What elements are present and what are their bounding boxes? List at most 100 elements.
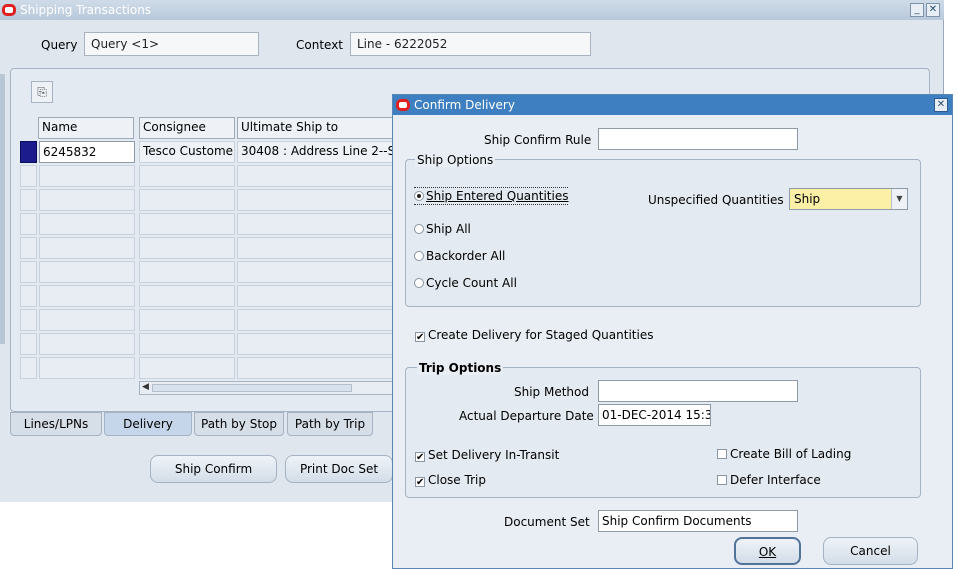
radio-ship-all[interactable]: Ship All (414, 222, 471, 236)
empty-grid-cell[interactable] (39, 285, 135, 307)
oracle-logo-icon (2, 4, 16, 16)
empty-grid-cell[interactable] (237, 357, 397, 379)
ok-label: OK (758, 545, 777, 559)
empty-grid-cell[interactable] (237, 333, 397, 355)
radio-label: Ship All (426, 222, 471, 236)
ship-confirm-rule-input[interactable] (598, 128, 798, 150)
context-field[interactable]: Line - 6222052 (350, 32, 591, 56)
minimize-icon[interactable]: _ (910, 3, 924, 17)
empty-grid-cell[interactable] (20, 309, 37, 331)
ok-button[interactable]: OK (734, 537, 801, 565)
chevron-down-icon[interactable]: ▼ (891, 189, 907, 209)
departure-date-input[interactable]: 01-DEC-2014 15:33 (598, 404, 711, 426)
radio-backorder-all[interactable]: Backorder All (414, 249, 505, 263)
empty-grid-cell[interactable] (20, 165, 37, 187)
empty-grid-cell[interactable] (139, 213, 235, 235)
attachment-icon[interactable]: ⎘ (31, 81, 53, 103)
row-selector-selected[interactable] (20, 141, 37, 163)
empty-grid-cell[interactable] (39, 237, 135, 259)
horizontal-scrollbar[interactable]: ◀ (139, 381, 399, 395)
empty-grid-cell[interactable] (139, 261, 235, 283)
document-set-input[interactable]: Ship Confirm Documents (598, 510, 798, 532)
radio-ship-entered[interactable]: Ship Entered Quantities (414, 187, 569, 205)
empty-grid-cell[interactable] (237, 189, 397, 211)
create-delivery-checkbox[interactable]: ✔ Create Delivery for Staged Quantities (415, 328, 653, 343)
document-set-label: Document Set (504, 515, 590, 529)
empty-grid-cell[interactable] (139, 285, 235, 307)
close-trip-checkbox[interactable]: ✔ Close Trip (415, 473, 486, 488)
create-bol-checkbox[interactable]: Create Bill of Lading (717, 447, 851, 461)
radio-label: Cycle Count All (426, 276, 517, 290)
empty-grid-cell[interactable] (20, 333, 37, 355)
ship-options-label: Ship Options (415, 153, 496, 167)
checkbox-icon (717, 449, 727, 459)
cell-name[interactable]: 6245832 (39, 141, 135, 163)
dialog-titlebar: Confirm Delivery ✕ (393, 95, 952, 115)
tab-delivery[interactable]: Delivery (104, 412, 192, 436)
scroll-thumb[interactable] (152, 384, 352, 392)
checkbox-label: Close Trip (428, 473, 486, 487)
scroll-left-icon[interactable]: ◀ (142, 382, 149, 392)
unspecified-quantities-select[interactable]: Ship ▼ (789, 188, 908, 210)
empty-grid-cell[interactable] (39, 357, 135, 379)
empty-grid-cell[interactable] (20, 285, 37, 307)
tab-path-by-stop[interactable]: Path by Stop (194, 412, 284, 436)
trip-options-label: Trip Options (417, 361, 504, 375)
empty-grid-cell[interactable] (20, 357, 37, 379)
cell-consignee[interactable]: Tesco Custome (139, 141, 235, 163)
checkbox-icon: ✔ (415, 477, 425, 488)
defer-interface-checkbox[interactable]: Defer Interface (717, 473, 821, 487)
query-field[interactable]: Query <1> (84, 32, 259, 56)
cell-ship-to[interactable]: 30408 : Address Line 2--S (237, 141, 397, 163)
empty-grid-cell[interactable] (20, 261, 37, 283)
empty-grid-cell[interactable] (237, 237, 397, 259)
empty-grid-cell[interactable] (237, 309, 397, 331)
set-in-transit-checkbox[interactable]: ✔ Set Delivery In-Transit (415, 448, 560, 463)
empty-grid-cell[interactable] (39, 333, 135, 355)
context-label: Context (296, 38, 344, 52)
header-ultimate-ship-to[interactable]: Ultimate Ship to (237, 117, 397, 139)
unspecified-quantities-value: Ship (794, 192, 821, 206)
print-doc-set-button[interactable]: Print Doc Set (285, 455, 393, 483)
header-name[interactable]: Name (38, 117, 134, 139)
empty-grid-cell[interactable] (20, 189, 37, 211)
empty-grid-cell[interactable] (139, 189, 235, 211)
ship-method-input[interactable] (598, 380, 798, 402)
empty-grid-cell[interactable] (237, 165, 397, 187)
dialog-close-icon[interactable]: ✕ (934, 98, 948, 112)
empty-grid-cell[interactable] (39, 309, 135, 331)
empty-grid-cell[interactable] (39, 165, 135, 187)
close-icon[interactable]: ✕ (926, 3, 940, 17)
window-titlebar: Shipping Transactions _ ✕ (0, 0, 944, 20)
oracle-logo-icon (396, 99, 410, 111)
empty-grid-cell[interactable] (139, 237, 235, 259)
ship-confirm-button[interactable]: Ship Confirm (150, 455, 277, 483)
empty-grid-cell[interactable] (139, 357, 235, 379)
empty-grid-cell[interactable] (237, 285, 397, 307)
checkbox-label: Defer Interface (730, 473, 821, 487)
radio-button-icon (414, 278, 424, 288)
empty-grid-cell[interactable] (39, 261, 135, 283)
empty-grid-cell[interactable] (39, 189, 135, 211)
radio-cycle-count-all[interactable]: Cycle Count All (414, 276, 517, 290)
empty-grid-cell[interactable] (237, 213, 397, 235)
tab-lines-lpns[interactable]: Lines/LPNs (10, 412, 102, 436)
tab-path-by-trip[interactable]: Path by Trip (287, 412, 373, 436)
header-consignee[interactable]: Consignee (139, 117, 235, 139)
empty-grid-cell[interactable] (139, 165, 235, 187)
checkbox-label: Create Bill of Lading (730, 447, 852, 461)
departure-date-label: Actual Departure Date (459, 409, 594, 423)
empty-grid-cell[interactable] (237, 261, 397, 283)
cancel-button[interactable]: Cancel (823, 537, 918, 565)
unspecified-quantities-label: Unspecified Quantities (648, 193, 784, 207)
empty-grid-cell[interactable] (139, 333, 235, 355)
empty-grid-cell[interactable] (20, 213, 37, 235)
window-title: Shipping Transactions (20, 3, 152, 17)
left-edge-scroll (0, 74, 5, 344)
radio-button-icon (414, 224, 424, 234)
empty-grid-cell[interactable] (39, 213, 135, 235)
empty-grid-cell[interactable] (20, 237, 37, 259)
checkbox-label: Set Delivery In-Transit (428, 448, 560, 462)
radio-label: Backorder All (426, 249, 506, 263)
empty-grid-cell[interactable] (139, 309, 235, 331)
